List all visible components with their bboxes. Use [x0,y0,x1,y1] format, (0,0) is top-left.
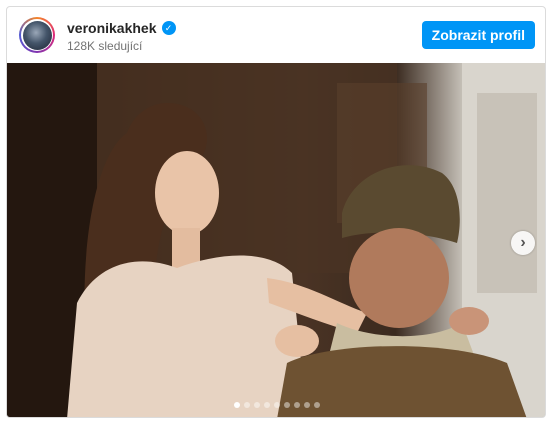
followers-count: 128K sledující [67,39,143,53]
carousel-dot [284,402,290,408]
chevron-right-icon: › [520,234,526,251]
carousel-dot [304,402,310,408]
carousel-dot [314,402,320,408]
avatar-icon [22,20,52,50]
avatar[interactable] [19,17,55,53]
next-slide-button[interactable]: › [511,231,535,255]
post-image[interactable]: › [7,63,545,417]
carousel-indicator [7,402,545,408]
carousel-dot [254,402,260,408]
avatar-ring [21,19,53,51]
instagram-embed-card: veronikakhek ✓ 128K sledující Zobrazit p… [6,6,546,418]
username-row: veronikakhek ✓ [67,20,176,36]
verified-icon: ✓ [161,21,176,35]
carousel-dot [274,402,280,408]
carousel-dot [234,402,240,408]
carousel-dot [244,402,250,408]
post-header: veronikakhek ✓ 128K sledující Zobrazit p… [7,7,545,63]
carousel-dot [264,402,270,408]
username-link[interactable]: veronikakhek [67,20,157,36]
view-profile-button[interactable]: Zobrazit profil [421,21,535,49]
post-photo-scene [7,63,545,417]
carousel-dot [294,402,300,408]
